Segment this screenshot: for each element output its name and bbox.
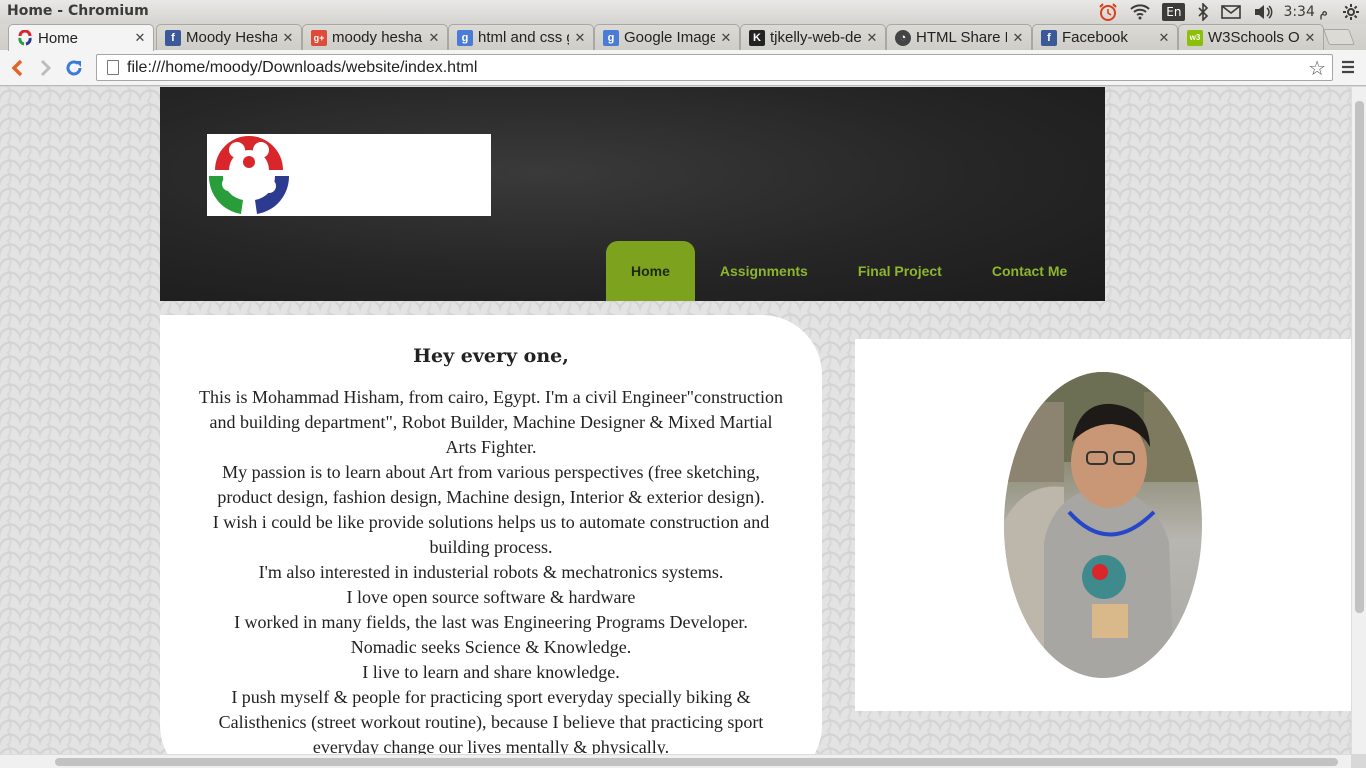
- tab-label: Facebook: [1062, 29, 1128, 46]
- tab-moody-hesha-google-plus[interactable]: g+ moody hesha ✕: [302, 24, 448, 50]
- tab-facebook[interactable]: f Facebook ✕: [1032, 24, 1178, 50]
- wifi-icon[interactable]: [1124, 0, 1156, 24]
- tab-label: Google Image: [624, 29, 715, 46]
- google-favicon-icon: g: [457, 29, 473, 46]
- tab-google-images[interactable]: g Google Image ✕: [594, 24, 740, 50]
- google-plus-favicon-icon: g+: [311, 29, 327, 46]
- settings-gear-icon[interactable]: [1336, 0, 1366, 24]
- tab-moody-hesha-facebook[interactable]: f Moody Hesha ✕: [156, 24, 302, 50]
- system-tray: En 3:34 م: [1092, 0, 1366, 24]
- site-nav: Home Assignments Final Project Contact M…: [606, 241, 1092, 301]
- github-favicon-icon: K: [749, 29, 765, 46]
- tab-label: moody hesha: [332, 29, 423, 46]
- share-favicon-icon: ◔: [895, 29, 911, 46]
- close-tab-icon[interactable]: ✕: [281, 30, 295, 46]
- tab-label: tjkelly-web-de: [770, 29, 861, 46]
- site-header: Home Assignments Final Project Contact M…: [160, 87, 1105, 301]
- vertical-scrollbar-thumb[interactable]: [1355, 101, 1364, 613]
- profile-photo-panel: [855, 339, 1351, 711]
- url-text: file:///home/moody/Downloads/website/ind…: [127, 58, 478, 76]
- bluetooth-icon[interactable]: [1191, 0, 1215, 24]
- vertical-scrollbar[interactable]: [1351, 87, 1366, 754]
- site-logo[interactable]: [207, 134, 491, 216]
- page-viewport: Home Assignments Final Project Contact M…: [0, 87, 1351, 754]
- os-top-panel: Home - Chromium En 3:34 م: [0, 0, 1366, 24]
- bio-line: This is Mohammad Hisham, from cairo, Egy…: [199, 387, 783, 457]
- bio-text: This is Mohammad Hisham, from cairo, Egy…: [195, 385, 787, 754]
- facebook-favicon-icon: f: [165, 29, 181, 46]
- fablab-favicon-icon: [17, 30, 33, 46]
- window-title: Home - Chromium: [7, 3, 149, 19]
- about-content-card: Hey every one, This is Mohammad Hisham, …: [160, 315, 822, 754]
- nav-final-project[interactable]: Final Project: [833, 241, 967, 301]
- new-tab-button[interactable]: [1323, 29, 1355, 45]
- tab-html-css-search[interactable]: g html and css g ✕: [448, 24, 594, 50]
- bio-line: Nomadic seeks Science & Knowledge.: [350, 637, 632, 657]
- close-tab-icon[interactable]: ✕: [1157, 30, 1171, 46]
- bio-line: I push myself & people for practicing sp…: [218, 687, 764, 754]
- nav-contact-me[interactable]: Contact Me: [967, 241, 1092, 301]
- volume-icon[interactable]: [1247, 0, 1279, 24]
- alarm-clock-icon[interactable]: [1092, 0, 1124, 24]
- clock[interactable]: 3:34 م: [1279, 0, 1336, 24]
- keyboard-lang-label: En: [1162, 3, 1186, 21]
- bio-line: I wish i could be like provide solutions…: [212, 512, 770, 557]
- google-favicon-icon: g: [603, 29, 619, 46]
- tab-label: W3Schools O: [1208, 29, 1299, 46]
- keyboard-layout-indicator[interactable]: En: [1156, 0, 1191, 24]
- tab-tjkelly-github[interactable]: K tjkelly-web-de ✕: [740, 24, 886, 50]
- address-bar[interactable]: file:///home/moody/Downloads/website/ind…: [96, 54, 1333, 81]
- close-tab-icon[interactable]: ✕: [1303, 30, 1317, 46]
- tab-home[interactable]: Home ✕: [8, 24, 154, 51]
- chrome-menu-icon[interactable]: [1341, 58, 1359, 78]
- browser-toolbar: file:///home/moody/Downloads/website/ind…: [0, 50, 1366, 86]
- forward-arrow-icon[interactable]: [34, 56, 58, 80]
- bookmark-star-icon[interactable]: ☆: [1308, 56, 1326, 80]
- bio-line: I'm also interested in industerial robot…: [258, 562, 724, 582]
- tab-html-share[interactable]: ◔ HTML Share B ✕: [886, 24, 1032, 50]
- tab-label: Moody Hesha: [186, 29, 277, 46]
- bio-line: I love open source software & hardware: [346, 587, 636, 607]
- reload-icon[interactable]: [62, 56, 86, 80]
- close-tab-icon[interactable]: ✕: [573, 30, 587, 46]
- tab-strip: Home ✕ f Moody Hesha ✕ g+ moody hesha ✕ …: [0, 24, 1366, 51]
- tab-label: Home: [38, 29, 79, 47]
- tab-label: html and css g: [478, 29, 569, 46]
- close-tab-icon[interactable]: ✕: [1011, 30, 1025, 46]
- tab-w3schools[interactable]: w3 W3Schools O ✕: [1178, 24, 1324, 50]
- fablab-logo-icon: [208, 136, 290, 214]
- bio-line: I live to learn and share knowledge.: [362, 662, 620, 682]
- tab-label: HTML Share B: [916, 29, 1007, 46]
- close-tab-icon[interactable]: ✕: [719, 30, 733, 46]
- greeting-heading: Hey every one,: [413, 345, 569, 367]
- page-icon: [107, 60, 119, 75]
- bio-line: My passion is to learn about Art from va…: [217, 462, 765, 507]
- close-tab-icon[interactable]: ✕: [427, 30, 441, 46]
- w3schools-favicon-icon: w3: [1187, 29, 1203, 46]
- bio-line: I worked in many fields, the last was En…: [234, 612, 748, 632]
- close-tab-icon[interactable]: ✕: [133, 30, 147, 46]
- facebook-favicon-icon: f: [1041, 29, 1057, 46]
- nav-home[interactable]: Home: [606, 241, 695, 301]
- profile-photo: [1004, 372, 1202, 678]
- mail-icon[interactable]: [1215, 0, 1247, 24]
- nav-assignments[interactable]: Assignments: [695, 241, 833, 301]
- close-tab-icon[interactable]: ✕: [865, 30, 879, 46]
- horizontal-scrollbar-thumb[interactable]: [55, 758, 1338, 766]
- back-arrow-icon[interactable]: [5, 56, 29, 80]
- horizontal-scrollbar[interactable]: [0, 754, 1351, 768]
